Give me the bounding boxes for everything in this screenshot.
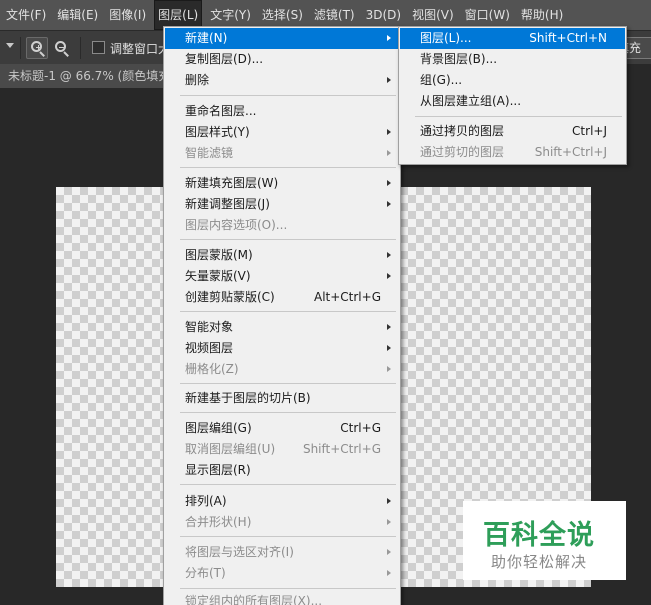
layer-menu: 新建(N) 复制图层(D)... 删除 重命名图层... 图层样式(Y) 智能滤…: [163, 26, 401, 605]
submenu-arrow-icon: [387, 150, 391, 156]
submenu-arrow-icon: [387, 129, 391, 135]
menu-item-arrange[interactable]: 排列(A): [165, 491, 399, 512]
menu-item-vector-mask[interactable]: 矢量蒙版(V): [165, 266, 399, 287]
menu-item-new-adjustment-layer[interactable]: 新建调整图层(J): [165, 194, 399, 215]
menu-item-smart-filter[interactable]: 智能滤镜: [165, 143, 399, 164]
menu-item-duplicate-layer[interactable]: 复制图层(D)...: [165, 49, 399, 70]
submenu-arrow-icon: [387, 77, 391, 83]
submenu-arrow-icon: [387, 273, 391, 279]
submenu-arrow-icon: [387, 180, 391, 186]
submenu-item-background-layer[interactable]: 背景图层(B)...: [400, 49, 625, 70]
watermark-title: 百科全说: [483, 520, 595, 551]
submenu-item-layer-via-copy[interactable]: 通过拷贝的图层 Ctrl+J: [400, 121, 625, 142]
menu-item-new[interactable]: 新建(N): [165, 28, 399, 49]
menu-edit[interactable]: 编辑(E): [54, 0, 101, 30]
zoom-out-button[interactable]: [50, 37, 72, 59]
submenu-item-layer[interactable]: 图层(L)... Shift+Ctrl+N: [400, 28, 625, 49]
submenu-arrow-icon: [387, 570, 391, 576]
submenu-arrow-icon: [387, 201, 391, 207]
document-tab[interactable]: 未标题-1 @ 66.7% (颜色填充: [0, 64, 170, 88]
zoom-in-button[interactable]: [26, 37, 48, 59]
submenu-item-group[interactable]: 组(G)...: [400, 70, 625, 91]
divider: [20, 37, 21, 59]
menu-item-rasterize[interactable]: 栅格化(Z): [165, 359, 399, 380]
menu-separator: [180, 239, 396, 240]
submenu-arrow-icon: [387, 252, 391, 258]
menu-item-show-layers[interactable]: 显示图层(R): [165, 460, 399, 481]
menu-item-group-layers[interactable]: 图层编组(G) Ctrl+G: [165, 418, 399, 439]
menu-item-combine-shapes[interactable]: 合并形状(H): [165, 512, 399, 533]
submenu-arrow-icon: [387, 345, 391, 351]
watermark-logo: 百科全说 助你轻松解决: [463, 501, 626, 580]
submenu-arrow-icon: [387, 366, 391, 372]
menu-item-layer-style[interactable]: 图层样式(Y): [165, 122, 399, 143]
menu-item-smart-object[interactable]: 智能对象: [165, 317, 399, 338]
submenu-arrow-icon: [387, 324, 391, 330]
menu-separator: [180, 311, 396, 312]
menu-separator: [415, 116, 622, 117]
divider: [80, 37, 81, 59]
submenu-arrow-icon: [387, 35, 391, 41]
submenu-item-group-from-layers[interactable]: 从图层建立组(A)...: [400, 91, 625, 112]
watermark-subtitle: 助你轻松解决: [491, 553, 588, 571]
submenu-item-layer-via-cut[interactable]: 通过剪切的图层 Shift+Ctrl+J: [400, 142, 625, 163]
menu-separator: [180, 412, 396, 413]
menu-item-create-clipping-mask[interactable]: 创建剪贴蒙版(C) Alt+Ctrl+G: [165, 287, 399, 308]
submenu-arrow-icon: [387, 498, 391, 504]
resize-windows-label: 调整窗口大: [110, 42, 171, 56]
menu-item-layer-mask[interactable]: 图层蒙版(M): [165, 245, 399, 266]
submenu-arrow-icon: [387, 519, 391, 525]
menu-item-new-fill-layer[interactable]: 新建填充图层(W): [165, 173, 399, 194]
menu-item-rename-layer[interactable]: 重命名图层...: [165, 101, 399, 122]
menu-separator: [180, 536, 396, 537]
resize-windows-checkbox[interactable]: [92, 41, 105, 54]
menu-separator: [180, 588, 396, 589]
menu-item-delete[interactable]: 删除: [165, 70, 399, 91]
menu-item-lock-all-layers-in-group[interactable]: 锁定组内的所有图层(X)...: [165, 591, 399, 605]
menu-item-layer-content-options[interactable]: 图层内容选项(O)...: [165, 215, 399, 236]
menu-separator: [180, 167, 396, 168]
menu-separator: [180, 484, 396, 485]
menu-separator: [180, 383, 396, 384]
menu-item-distribute[interactable]: 分布(T): [165, 563, 399, 584]
new-submenu: 图层(L)... Shift+Ctrl+N 背景图层(B)... 组(G)... …: [398, 26, 627, 165]
menu-item-align-layers-to-selection[interactable]: 将图层与选区对齐(I): [165, 542, 399, 563]
menu-item-new-layer-based-slice[interactable]: 新建基于图层的切片(B): [165, 388, 399, 409]
tool-preset-dropdown-icon[interactable]: [6, 43, 14, 48]
menu-separator: [180, 95, 396, 96]
menu-image[interactable]: 图像(I): [106, 0, 149, 30]
menu-item-ungroup-layers[interactable]: 取消图层编组(U) Shift+Ctrl+G: [165, 439, 399, 460]
menu-item-video-layers[interactable]: 视频图层: [165, 338, 399, 359]
menu-file[interactable]: 文件(F): [3, 0, 49, 30]
submenu-arrow-icon: [387, 549, 391, 555]
